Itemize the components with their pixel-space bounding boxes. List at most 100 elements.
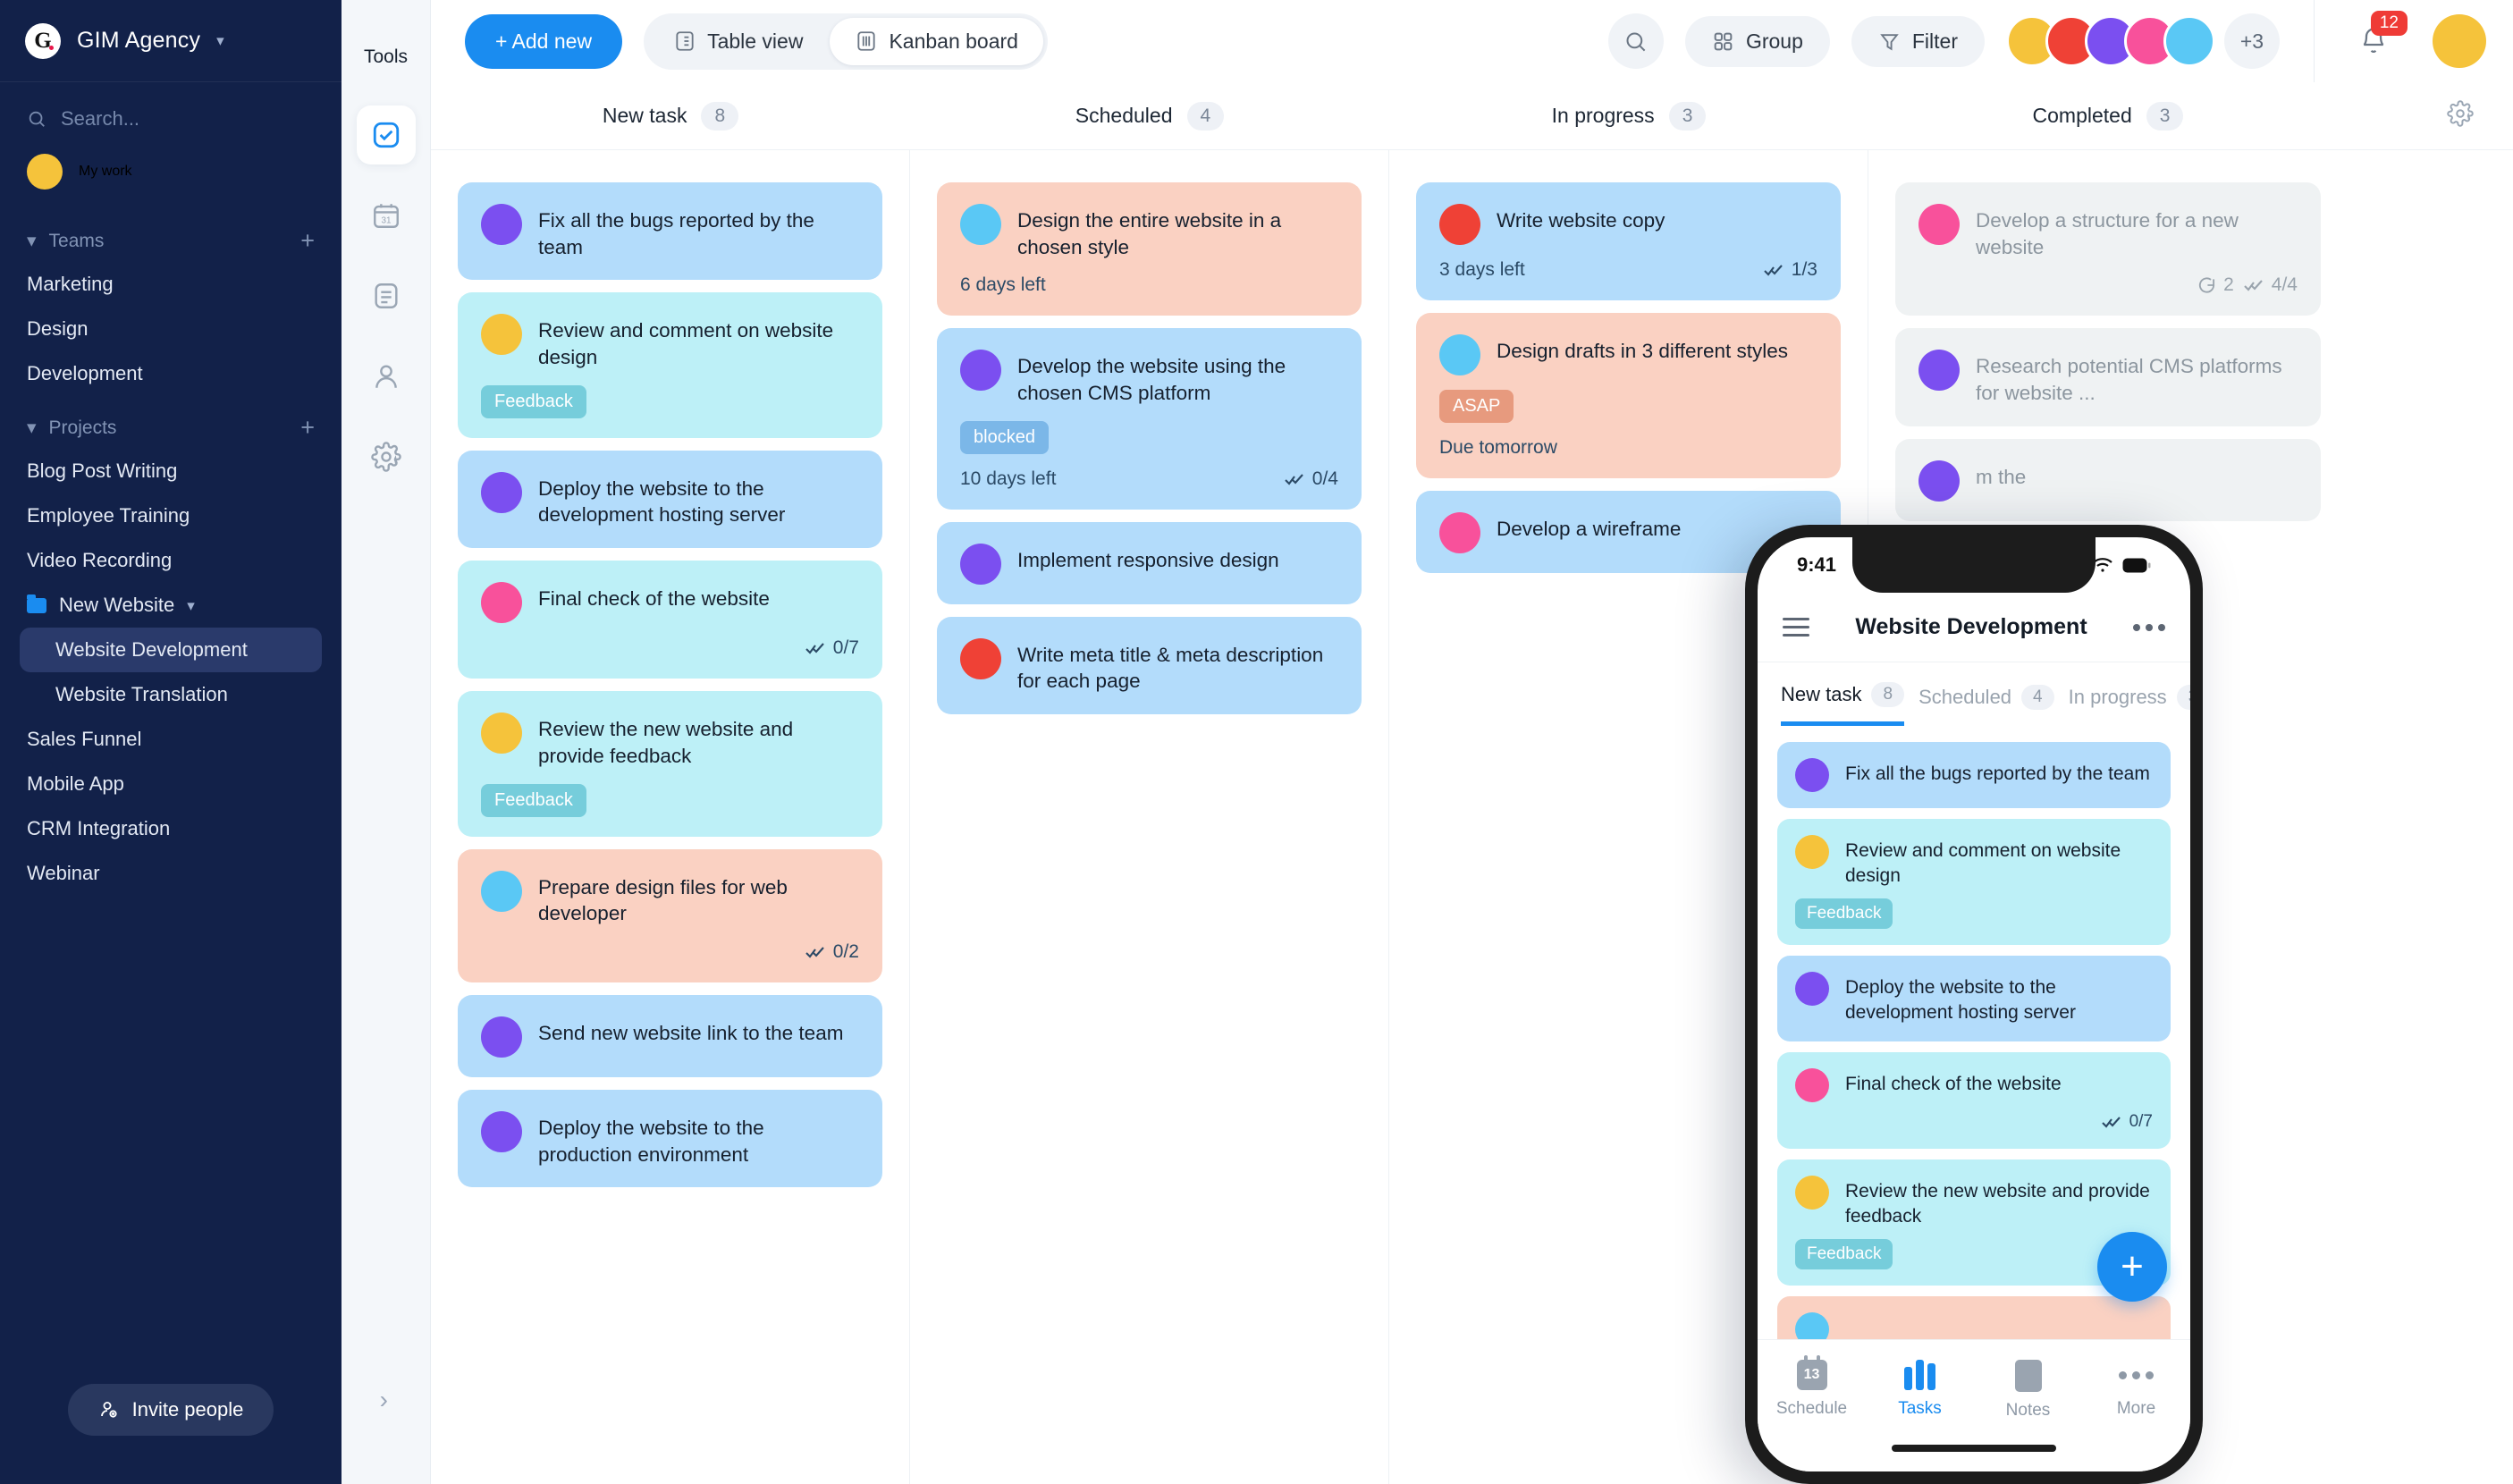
- avatar[interactable]: [2163, 15, 2215, 67]
- group-button[interactable]: Group: [1684, 15, 1830, 67]
- tab-kanban-board[interactable]: Kanban board: [830, 17, 1043, 65]
- sidebar-item-employee-training[interactable]: Employee Training: [0, 493, 342, 538]
- task-card[interactable]: Send new website link to the team: [458, 994, 882, 1077]
- task-checklist: 1/3: [1763, 259, 1817, 281]
- phone-tab-scheduled[interactable]: Scheduled 4: [1918, 684, 2054, 724]
- task-card[interactable]: m the: [1895, 438, 2321, 521]
- avatar: [481, 582, 522, 624]
- rail-item-tasks[interactable]: [356, 105, 416, 164]
- task-title: Deploy the website to the development ho…: [538, 476, 786, 527]
- column-header-scheduled[interactable]: Scheduled 4: [910, 101, 1389, 131]
- add-project-icon[interactable]: +: [300, 416, 315, 440]
- phone-tab-in-progress[interactable]: In progress 3: [2069, 684, 2190, 724]
- avatar: [1795, 835, 1829, 869]
- add-new-button[interactable]: + Add new: [465, 13, 623, 69]
- task-card[interactable]: Prepare design files for web developer 0/…: [458, 848, 882, 982]
- folder-icon: [27, 594, 46, 613]
- tab-table-view[interactable]: Table view: [648, 18, 828, 65]
- task-card[interactable]: Develop the website using the chosen CMS…: [937, 328, 1362, 510]
- task-card[interactable]: Write website copy 3 days left 1/3: [1416, 182, 1841, 300]
- add-team-icon[interactable]: +: [300, 229, 315, 253]
- task-card[interactable]: Review the new website and provide feedb…: [458, 691, 882, 837]
- task-card[interactable]: Write meta title & meta description for …: [937, 616, 1362, 715]
- avatar-overflow-count[interactable]: +3: [2224, 13, 2280, 69]
- workspace-switcher[interactable]: G GIM Agency ▾: [0, 0, 342, 82]
- task-card[interactable]: [1777, 1296, 2171, 1339]
- task-title: Develop a wireframe: [1497, 518, 1682, 540]
- phone-screen: 9:41 Website Development New task 8 Sche…: [1758, 537, 2190, 1471]
- sidebar-item-crm-integration[interactable]: CRM Integration: [0, 806, 342, 851]
- phone-nav-schedule[interactable]: 13 Schedule: [1758, 1355, 1866, 1419]
- task-card[interactable]: Fix all the bugs reported by the team: [458, 182, 882, 281]
- task-due: 3 days left: [1439, 259, 1525, 280]
- task-card[interactable]: Deploy the website to the development ho…: [458, 450, 882, 549]
- task-card[interactable]: Implement responsive design: [937, 521, 1362, 604]
- rail-item-calendar[interactable]: 31: [357, 186, 416, 245]
- calendar-13-icon: 13: [1796, 1355, 1827, 1390]
- sidebar-section-projects[interactable]: ▾ Projects +: [0, 396, 342, 449]
- search-icon: [1626, 31, 1646, 51]
- invite-people-button[interactable]: Invite people: [67, 1384, 274, 1436]
- task-card[interactable]: Final check of the website 0/7: [458, 561, 882, 679]
- sidebar-folder-new-website[interactable]: New Website ▾: [0, 583, 342, 628]
- folder-label: New Website: [59, 594, 175, 616]
- rail-item-settings[interactable]: [357, 427, 416, 486]
- column-title: New task: [602, 104, 687, 127]
- board-search-button[interactable]: [1607, 13, 1664, 69]
- avatar: [1795, 1175, 1829, 1210]
- more-dots-icon: [2119, 1360, 2154, 1390]
- sidebar-item-website-development[interactable]: Website Development: [20, 628, 322, 672]
- sidebar-item-webinar[interactable]: Webinar: [0, 851, 342, 896]
- task-card[interactable]: Fix all the bugs reported by the team: [1777, 742, 2171, 808]
- group-grid-icon: [1714, 32, 1733, 50]
- sidebar-item-my-work[interactable]: My work: [0, 139, 342, 209]
- column-header-in-progress[interactable]: In progress 3: [1389, 101, 1868, 131]
- task-card[interactable]: Design the entire website in a chosen st…: [937, 182, 1362, 316]
- toolbar-divider: [2314, 0, 2315, 82]
- task-card[interactable]: Final check of the website 0/7: [1777, 1051, 2171, 1149]
- phone-nav-more[interactable]: More: [2082, 1360, 2190, 1419]
- filter-button[interactable]: Filter: [1851, 15, 1985, 67]
- rail-item-notes[interactable]: [357, 266, 416, 325]
- phone-tab-new-task[interactable]: New task 8: [1781, 682, 1905, 726]
- task-card[interactable]: Review and comment on website design Feed…: [458, 292, 882, 438]
- task-card[interactable]: Research potential CMS platforms for web…: [1895, 328, 2321, 426]
- notes-icon: [374, 283, 398, 308]
- more-dots-icon[interactable]: [2133, 623, 2165, 631]
- task-tag: blocked: [960, 420, 1049, 454]
- column-header-new-task[interactable]: New task 8: [431, 101, 910, 131]
- task-card[interactable]: Deploy the website to the development ho…: [1777, 956, 2171, 1041]
- sidebar-item-design[interactable]: Design: [0, 307, 342, 351]
- phone-nav-label: Notes: [2005, 1401, 2051, 1420]
- section-label: Teams: [48, 230, 105, 251]
- column-header-completed[interactable]: Completed 3: [1868, 101, 2348, 131]
- task-meta: 3 days left 1/3: [1439, 259, 1817, 281]
- double-check-icon: [805, 947, 824, 958]
- sidebar-item-marketing[interactable]: Marketing: [0, 262, 342, 307]
- search-input[interactable]: Search...: [0, 82, 342, 139]
- sidebar-item-development[interactable]: Development: [0, 351, 342, 396]
- task-checklist: 0/7: [2101, 1111, 2153, 1133]
- sidebar-item-sales-funnel[interactable]: Sales Funnel: [0, 717, 342, 762]
- task-card[interactable]: Review and comment on website design Feed…: [1777, 819, 2171, 946]
- board-settings-button[interactable]: [2447, 100, 2513, 131]
- notifications-button[interactable]: 12: [2349, 11, 2408, 66]
- task-title: Final check of the website: [1845, 1073, 2062, 1094]
- add-task-fab[interactable]: +: [2097, 1232, 2167, 1302]
- sidebar-item-website-translation[interactable]: Website Translation: [0, 672, 342, 717]
- sidebar-item-mobile-app[interactable]: Mobile App: [0, 762, 342, 806]
- sidebar-item-blog-post-writing[interactable]: Blog Post Writing: [0, 449, 342, 493]
- user-avatar[interactable]: [2433, 14, 2486, 68]
- member-avatars[interactable]: +3: [2006, 13, 2280, 69]
- phone-nav-tasks[interactable]: Tasks: [1866, 1360, 1974, 1419]
- hamburger-icon[interactable]: [1783, 618, 1809, 637]
- sidebar-section-teams[interactable]: ▾ Teams +: [0, 209, 342, 262]
- sidebar-item-video-recording[interactable]: Video Recording: [0, 538, 342, 583]
- task-card[interactable]: Develop a structure for a new website 2 4/…: [1895, 182, 2321, 316]
- brand-logo: G: [25, 22, 61, 59]
- collapse-sidebar-chevron-right-icon[interactable]: ›: [380, 1386, 388, 1414]
- phone-nav-notes[interactable]: Notes: [1974, 1360, 2082, 1421]
- rail-item-people[interactable]: [357, 347, 416, 406]
- task-card[interactable]: Design drafts in 3 different styles ASAP D…: [1416, 313, 1841, 478]
- task-card[interactable]: Deploy the website to the production env…: [458, 1089, 882, 1188]
